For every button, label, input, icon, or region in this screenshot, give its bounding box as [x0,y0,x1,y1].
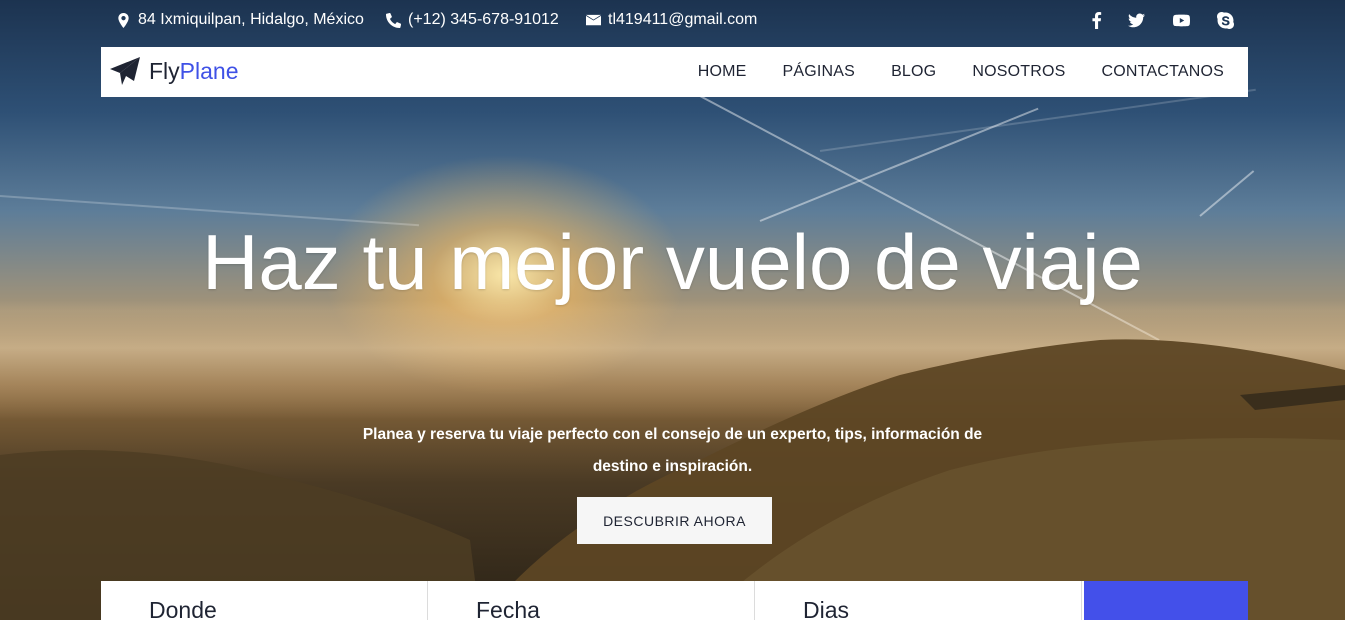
address-item: 84 Ixmiquilpan, Hidalgo, México [116,11,364,29]
nav-item-nosotros[interactable]: NOSOTROS [972,63,1065,81]
search-field-dias[interactable]: Dias [755,581,1082,620]
envelope-icon [586,14,601,25]
nav-item-paginas[interactable]: PÁGINAS [783,63,856,81]
nav-menu: HOME PÁGINAS BLOG NOSOTROS CONTACTANOS [698,47,1224,97]
phone-icon [386,12,401,28]
trip-search-bar: Donde Fecha Dias [101,581,1248,620]
search-field-label: Dias [803,597,850,620]
main-navbar: FlyPlane HOME PÁGINAS BLOG NOSOTROS CONT… [101,47,1248,97]
nav-item-home[interactable]: HOME [698,63,747,81]
search-field-label: Fecha [476,597,540,620]
hero-subtitle: Planea y reserva tu viaje perfecto con e… [362,426,983,475]
search-field-donde[interactable]: Donde [101,581,428,620]
address-text: 84 Ixmiquilpan, Hidalgo, México [138,11,364,28]
twitter-link[interactable] [1127,11,1145,29]
youtube-icon [1172,14,1190,26]
map-pin-icon [118,12,129,28]
facebook-link[interactable] [1087,11,1105,29]
phone-item[interactable]: (+12) 345-678-91012 [386,11,559,29]
brand-name-part2: Plane [179,57,239,84]
discover-now-button[interactable]: DESCUBRIR AHORA [577,497,772,544]
nav-item-blog[interactable]: BLOG [891,63,936,81]
brand-logo[interactable]: FlyPlane [109,56,239,86]
top-contact-bar: 84 Ixmiquilpan, Hidalgo, México (+12) 34… [0,0,1345,42]
youtube-link[interactable] [1172,11,1190,29]
brand-name-part1: Fly [149,57,180,84]
skype-link[interactable] [1216,11,1234,29]
skype-icon [1216,11,1234,29]
twitter-icon [1127,12,1145,27]
paper-plane-icon [110,57,140,85]
email-text: tl419411@gmail.com [608,11,758,28]
phone-text: (+12) 345-678-91012 [408,11,559,28]
search-submit-button[interactable] [1084,581,1248,620]
search-field-fecha[interactable]: Fecha [428,581,755,620]
facebook-icon [1091,11,1101,29]
email-item[interactable]: tl419411@gmail.com [586,11,757,29]
nav-item-contactanos[interactable]: CONTACTANOS [1102,63,1225,81]
search-field-label: Donde [149,597,217,620]
hero-headline: Haz tu mejor vuelo de viaje [202,218,1143,306]
brand-name: FlyPlane [149,58,239,85]
